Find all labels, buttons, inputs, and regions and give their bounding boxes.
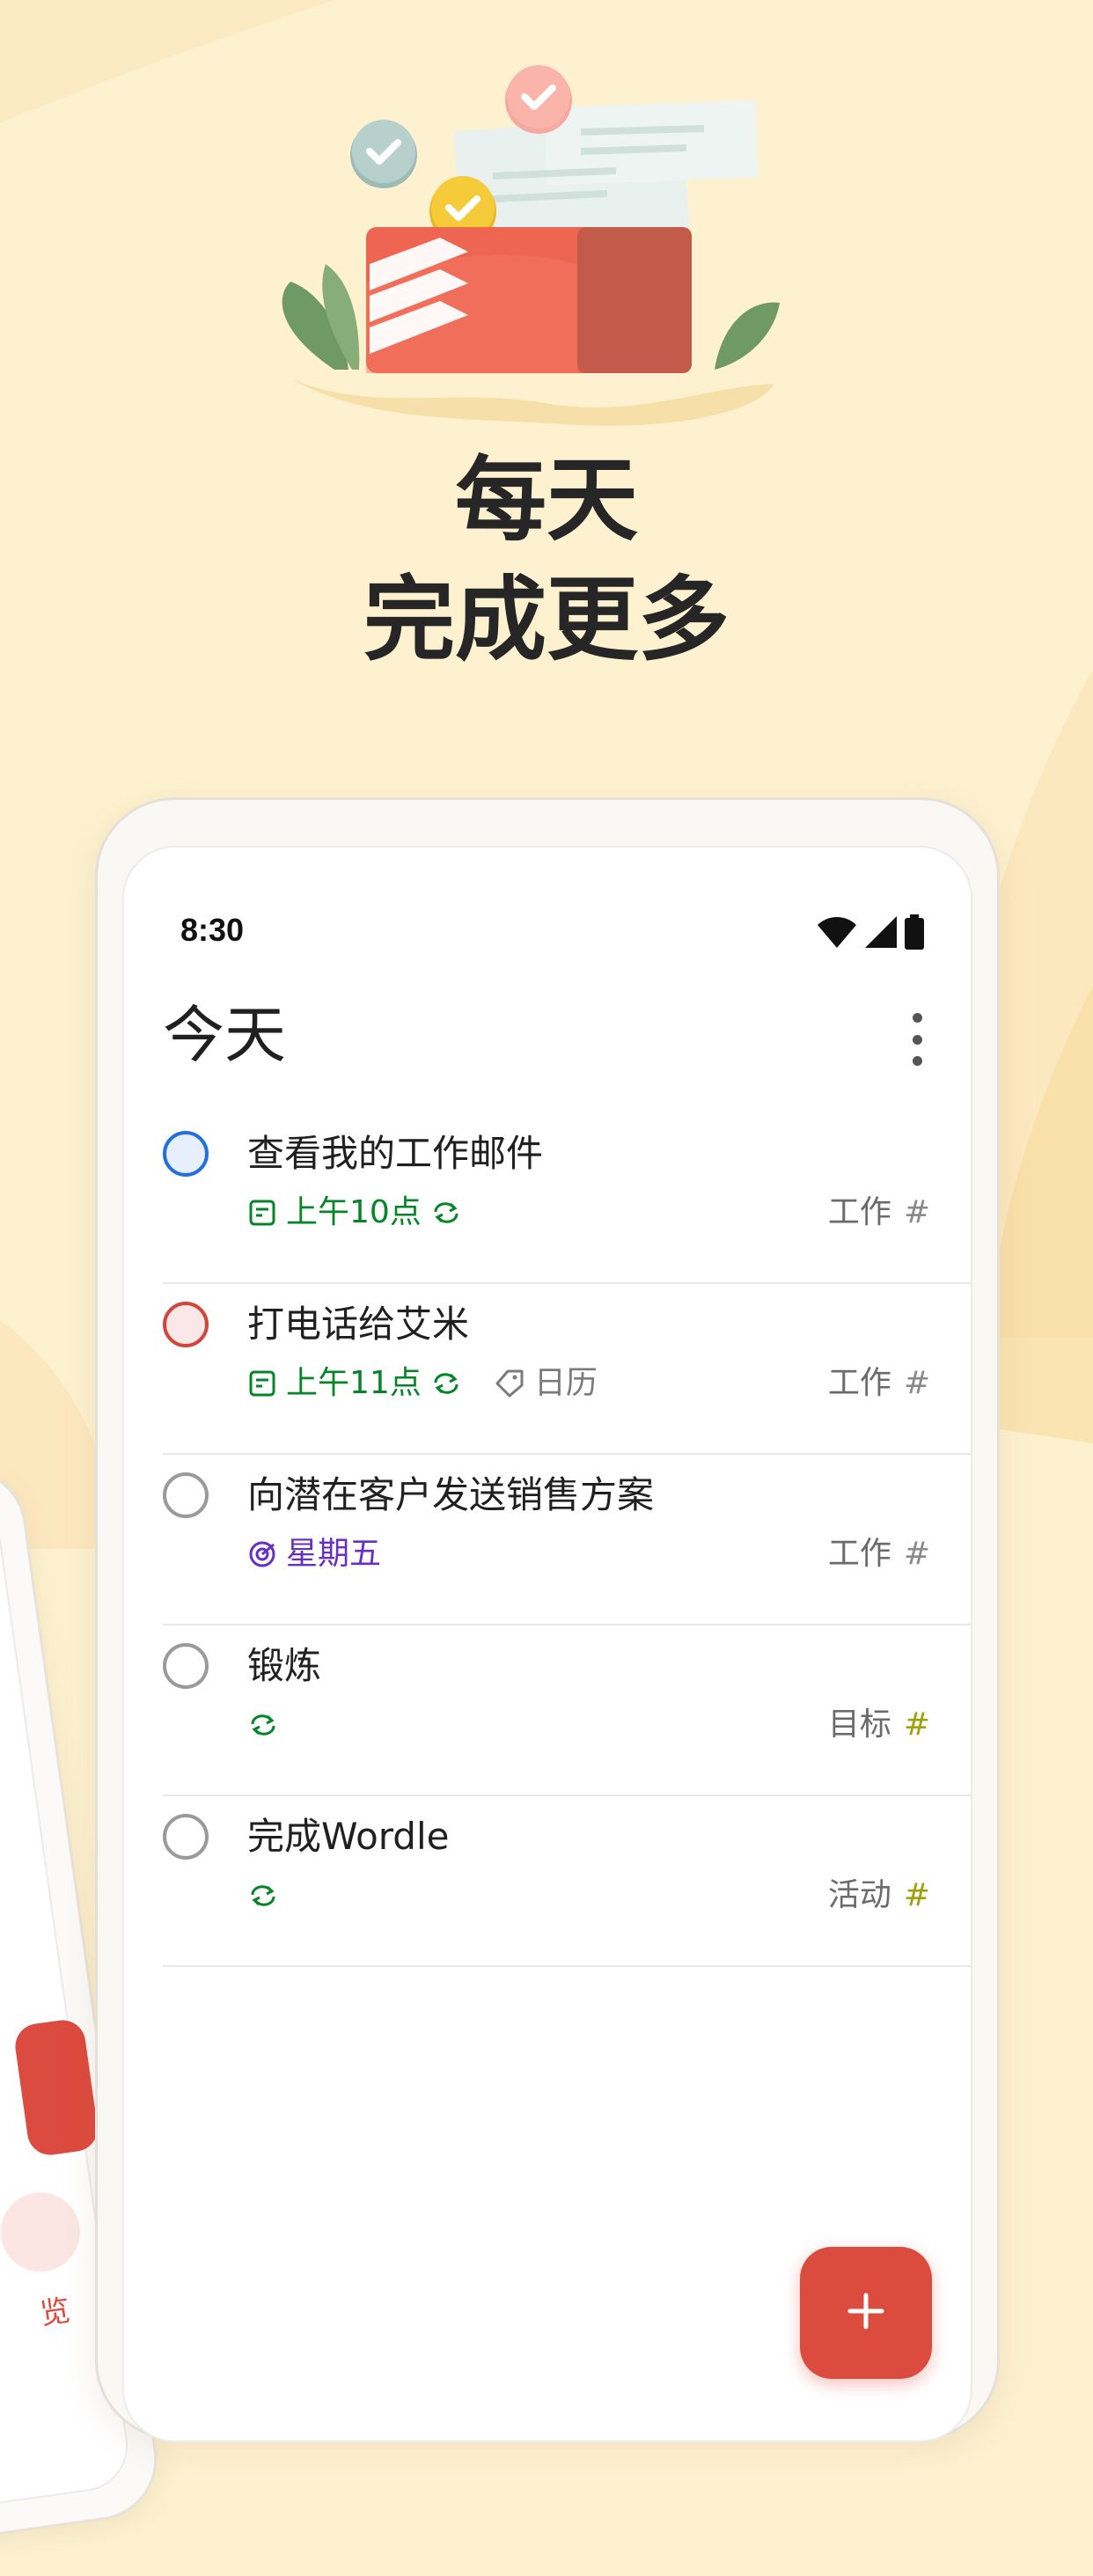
recurring-icon (430, 1200, 462, 1226)
task-project-name: 活动 (827, 1877, 891, 1913)
project-hash-icon: # (903, 1706, 930, 1743)
headline: 每天 完成更多 (0, 440, 1093, 679)
task-project-name: 工作 (827, 1194, 891, 1230)
task-checkbox[interactable] (163, 1472, 209, 1518)
task-meta: 星期五 (247, 1532, 381, 1576)
task-name: 查看我的工作邮件 (247, 1132, 544, 1175)
project-hash-icon: # (903, 1877, 930, 1913)
wifi-icon (816, 914, 858, 950)
task-row[interactable]: 查看我的工作邮件 上午10点 工作 # (163, 1113, 971, 1284)
task-checkbox[interactable] (163, 1302, 209, 1347)
cellular-signal-icon (863, 914, 899, 950)
recurring-icon (247, 1882, 279, 1909)
task-row[interactable]: 完成Wordle 活动 # (163, 1796, 971, 1967)
back-phone-label: 览 (38, 2293, 73, 2332)
todoist-box-icon (366, 227, 692, 373)
task-project[interactable]: 活动 # (828, 1874, 930, 1918)
task-project[interactable]: 目标 # (828, 1703, 930, 1747)
battery-icon (904, 914, 925, 950)
project-hash-icon: # (903, 1194, 930, 1230)
task-row[interactable]: 锻炼 目标 # (163, 1626, 971, 1796)
task-project-name: 目标 (827, 1706, 891, 1743)
task-project[interactable]: 工作 # (828, 1532, 930, 1576)
more-vertical-icon[interactable] (904, 1013, 930, 1066)
add-task-button[interactable] (800, 2247, 932, 2379)
calendar-icon (247, 1369, 277, 1398)
status-icons (816, 914, 925, 950)
task-due-date: 上午11点 (286, 1365, 422, 1401)
status-bar: 8:30 (180, 909, 925, 951)
project-hash-icon: # (903, 1536, 930, 1572)
plus-icon (847, 2292, 885, 2334)
check-coin-icon (350, 120, 417, 188)
task-project[interactable]: 工作 # (828, 1361, 930, 1405)
calendar-icon (247, 1198, 277, 1228)
task-name: 打电话给艾米 (247, 1303, 470, 1346)
upcoming-icon (247, 1539, 277, 1569)
task-name: 锻炼 (247, 1644, 322, 1687)
task-checkbox[interactable] (163, 1643, 209, 1689)
tag-icon (494, 1368, 525, 1399)
task-checkbox[interactable] (163, 1814, 209, 1860)
phone-screen: 8:30 今天 查看我的工作邮件 上午10点 工作 # 打电话给艾米 上午11点… (122, 846, 972, 2442)
headline-line-1: 每天 (454, 446, 638, 554)
recurring-icon (430, 1370, 462, 1397)
task-label: 日历 (533, 1365, 598, 1401)
task-meta: 上午10点 (247, 1191, 462, 1235)
headline-line-2: 完成更多 (363, 566, 730, 673)
task-name: 向潜在客户发送销售方案 (247, 1473, 655, 1516)
back-phone-avatar (0, 2187, 85, 2277)
phone-mockup: 8:30 今天 查看我的工作邮件 上午10点 工作 # 打电话给艾米 上午11点… (95, 797, 1000, 2442)
status-time: 8:30 (180, 912, 245, 948)
task-project-name: 工作 (827, 1536, 891, 1572)
task-name: 完成Wordle (247, 1815, 450, 1858)
task-meta (247, 1874, 279, 1918)
project-hash-icon: # (903, 1365, 930, 1401)
task-project-name: 工作 (827, 1365, 891, 1401)
recurring-icon (247, 1712, 279, 1738)
check-coin-icon (505, 65, 572, 134)
task-meta: 上午11点 日历 (247, 1361, 598, 1405)
task-meta (247, 1703, 279, 1747)
task-project[interactable]: 工作 # (828, 1191, 930, 1235)
task-row[interactable]: 打电话给艾米 上午11点 日历 工作 # (163, 1284, 971, 1455)
task-row[interactable]: 向潜在客户发送销售方案 星期五 工作 # (163, 1455, 971, 1626)
page-title: 今天 (163, 999, 286, 1071)
back-phone-button (12, 2017, 101, 2158)
task-due-date: 星期五 (286, 1536, 382, 1572)
task-checkbox[interactable] (163, 1131, 209, 1177)
task-due-date: 上午10点 (286, 1194, 422, 1230)
task-list: 查看我的工作邮件 上午10点 工作 # 打电话给艾米 上午11点 日历 工作 #… (163, 1113, 971, 1967)
